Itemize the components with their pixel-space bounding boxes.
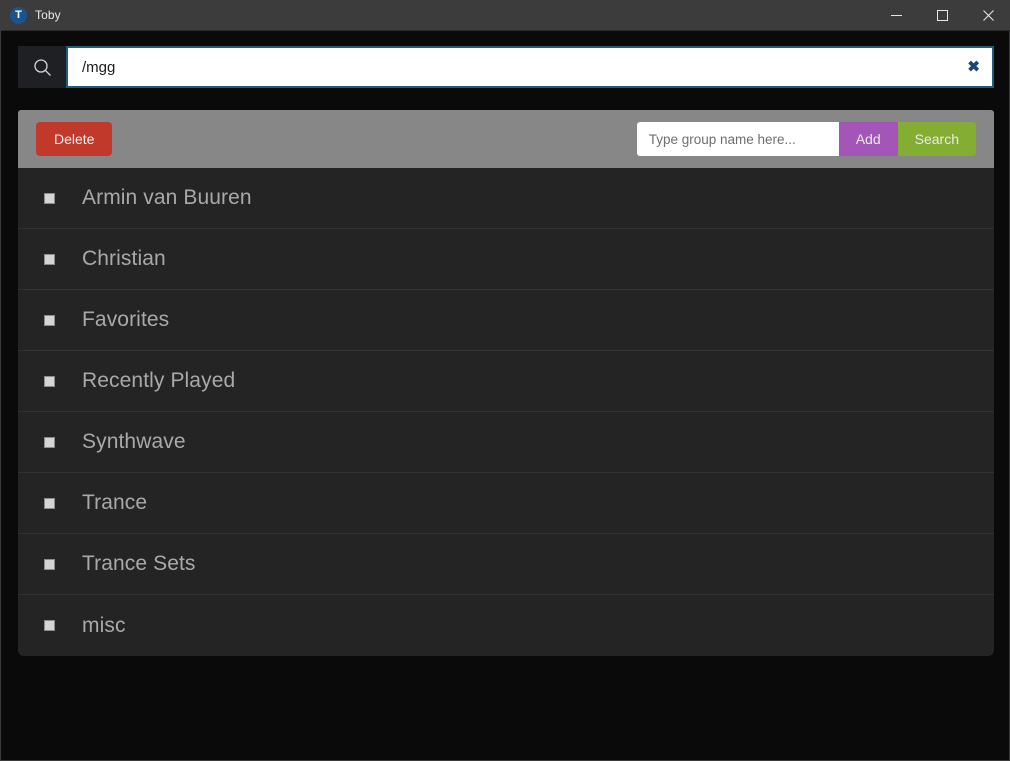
minimize-icon[interactable] — [873, 0, 919, 31]
clear-search-icon[interactable]: ✖ — [967, 60, 980, 75]
list-item[interactable]: Trance Sets — [18, 534, 994, 595]
list-item-label: Trance — [82, 491, 148, 514]
list-item-label: misc — [82, 613, 126, 637]
search-input[interactable] — [68, 48, 992, 86]
list-item[interactable]: Favorites — [18, 290, 994, 351]
list-item[interactable]: Armin van Buuren — [18, 168, 994, 229]
checkbox-icon[interactable] — [44, 620, 55, 631]
checkbox-icon[interactable] — [44, 253, 55, 265]
search-input-container: ✖ — [66, 46, 994, 88]
app-logo-icon: T — [10, 6, 27, 24]
group-list: Armin van Buuren Christian Favorites Recent… — [18, 168, 994, 656]
title-bar-left: T Toby — [1, 6, 61, 24]
list-item[interactable]: Synthwave — [18, 412, 994, 473]
group-controls: Add Search — [636, 122, 976, 156]
list-item-label: Recently Played — [82, 369, 236, 392]
title-bar: T Toby — [1, 0, 1010, 31]
checkbox-icon[interactable] — [44, 558, 55, 570]
checkbox-icon[interactable] — [44, 436, 55, 448]
app-window: T Toby ✖ Delete — [0, 0, 1010, 761]
list-item-label: Trance Sets — [82, 552, 196, 575]
window-title: Toby — [35, 8, 61, 22]
group-name-input[interactable] — [636, 122, 839, 156]
group-toolbar: Delete Add Search — [18, 110, 994, 168]
checkbox-icon[interactable] — [44, 375, 55, 387]
list-item[interactable]: Trance — [18, 473, 994, 534]
group-list-panel: Armin van Buuren Christian Favorites Recent… — [18, 168, 994, 656]
maximize-icon[interactable] — [919, 0, 965, 31]
search-bar: ✖ — [18, 46, 994, 88]
list-item-label: Favorites — [82, 308, 170, 331]
list-item-label: Synthwave — [82, 430, 186, 453]
add-button[interactable]: Add — [838, 122, 898, 156]
delete-button[interactable]: Delete — [36, 122, 113, 156]
checkbox-icon[interactable] — [44, 314, 55, 326]
checkbox-icon[interactable] — [44, 497, 55, 509]
list-item[interactable]: Christian — [18, 229, 994, 290]
list-item-label: Armin van Buuren — [82, 186, 252, 209]
list-item[interactable]: misc — [18, 595, 994, 656]
list-item-label: Christian — [82, 247, 166, 270]
close-icon[interactable] — [965, 0, 1010, 31]
checkbox-icon[interactable] — [44, 192, 55, 204]
search-icon[interactable] — [18, 46, 66, 88]
search-button[interactable]: Search — [897, 122, 976, 156]
list-item[interactable]: Recently Played — [18, 351, 994, 412]
window-controls — [873, 0, 1010, 31]
